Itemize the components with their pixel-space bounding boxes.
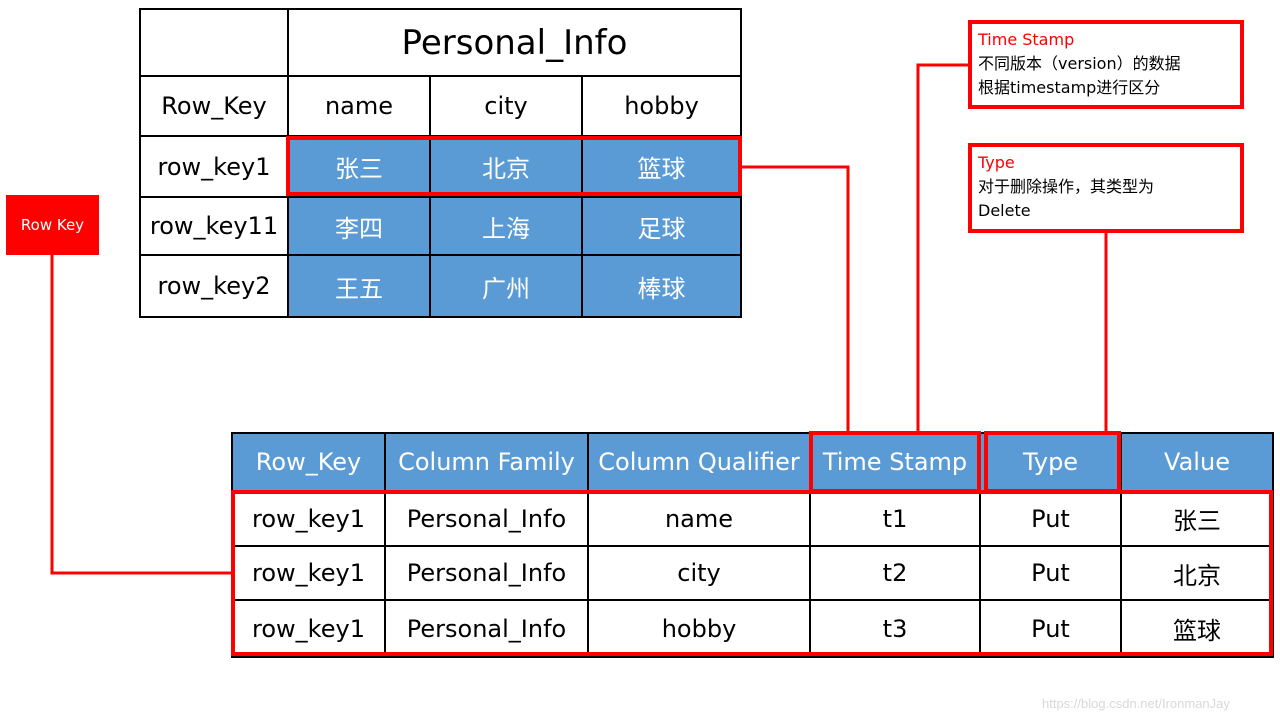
data-cell: 李四 [287, 196, 431, 256]
header-cell: Type [979, 432, 1122, 492]
data-cell: row_key1 [231, 545, 386, 601]
header-cell: Column Qualifier [587, 432, 811, 492]
data-cell: name [587, 490, 811, 547]
data-cell: 上海 [429, 196, 583, 256]
data-cell: row_key1 [231, 599, 386, 658]
type-callout: Type 对于删除操作，其类型为 Delete [968, 143, 1244, 233]
header-cell: Row_Key [139, 75, 289, 137]
data-cell: 张三 [1120, 490, 1274, 547]
callout-text: 对于删除操作，其类型为 [978, 177, 1155, 196]
callout-text: Delete [978, 201, 1031, 220]
data-cell: Put [979, 545, 1122, 601]
data-cell: 王五 [287, 254, 431, 318]
data-cell: Personal_Info [384, 545, 589, 601]
data-cell: Personal_Info [384, 599, 589, 658]
row1-connector [741, 165, 850, 432]
data-cell: 篮球 [581, 135, 742, 198]
data-cell: 篮球 [1120, 599, 1274, 658]
data-cell: Put [979, 599, 1122, 658]
timestamp-callout: Time Stamp 不同版本（version）的数据 根据timestamp进… [968, 20, 1244, 109]
watermark: https://blog.csdn.net/IronmanJay [1042, 696, 1230, 711]
header-cell: hobby [581, 75, 742, 137]
data-cell: 足球 [581, 196, 742, 256]
corner-cell [139, 8, 289, 77]
callout-title: Time Stamp [978, 30, 1075, 49]
callout-text: 不同版本（version）的数据 [978, 54, 1181, 73]
data-cell: Personal_Info [384, 490, 589, 547]
column-family-title: Personal_Info [287, 8, 742, 77]
callout-title: Type [978, 153, 1015, 172]
data-cell: 张三 [287, 135, 431, 198]
data-cell: row_key1 [231, 490, 386, 547]
data-cell: 棒球 [581, 254, 742, 318]
row-key-label: Row Key [6, 195, 99, 255]
header-cell: Column Family [384, 432, 589, 492]
data-cell: t3 [809, 599, 981, 658]
data-cell: 广州 [429, 254, 583, 318]
data-cell: t1 [809, 490, 981, 547]
data-cell: hobby [587, 599, 811, 658]
data-cell: 北京 [1120, 545, 1274, 601]
data-cell: 北京 [429, 135, 583, 198]
row-key-cell: row_key2 [139, 254, 289, 318]
row-key-cell: row_key1 [139, 135, 289, 198]
header-cell: Row_Key [231, 432, 386, 492]
header-cell: city [429, 75, 583, 137]
timestamp-connector [916, 63, 970, 432]
data-cell: t2 [809, 545, 981, 601]
callout-text: 根据timestamp进行区分 [978, 78, 1161, 97]
header-cell: name [287, 75, 431, 137]
data-cell: Put [979, 490, 1122, 547]
header-cell: Value [1120, 432, 1274, 492]
row-key-cell: row_key11 [139, 196, 289, 256]
data-cell: city [587, 545, 811, 601]
header-cell: Time Stamp [809, 432, 981, 492]
